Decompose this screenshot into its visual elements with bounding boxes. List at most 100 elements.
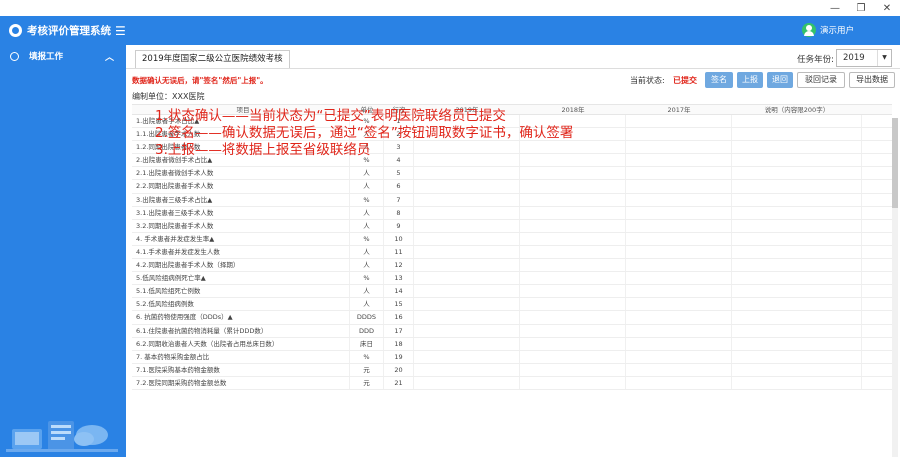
return-log-button[interactable]: 驳回记录 <box>797 72 845 88</box>
report-button[interactable]: 上报 <box>737 72 763 88</box>
table-row[interactable]: 7.2.医院同期采购药物金额总数元 21 <box>132 376 892 390</box>
cell-2019[interactable] <box>414 363 520 376</box>
cell-2018[interactable] <box>520 193 626 206</box>
cell-2017[interactable] <box>626 259 732 272</box>
table-row[interactable]: 5.低风险组病例死亡率▲% 13 <box>132 272 892 286</box>
cell-note[interactable] <box>732 219 862 232</box>
cell-2017[interactable] <box>626 154 732 167</box>
cell-note[interactable] <box>732 180 862 193</box>
cell-2017[interactable] <box>626 324 732 337</box>
table-row[interactable]: 2.1.出院患者微创手术人数人 5 <box>132 167 892 181</box>
table-row[interactable]: 7. 基本药物采购金额占比% 19 <box>132 350 892 364</box>
cell-2017[interactable] <box>626 298 732 311</box>
table-row[interactable]: 7.1.医院采购基本药物金额数元 20 <box>132 363 892 377</box>
cell-2017[interactable] <box>626 245 732 259</box>
table-row[interactable]: 4. 手术患者并发症发生率▲% 10 <box>132 232 892 246</box>
cell-2019[interactable] <box>414 285 520 298</box>
cell-2018[interactable] <box>520 311 626 324</box>
cell-2018[interactable] <box>520 350 626 363</box>
cell-2019[interactable] <box>414 180 520 193</box>
restore-button[interactable]: ❐ <box>848 0 874 16</box>
user-menu[interactable]: 演示用户 <box>801 23 854 37</box>
sign-button[interactable]: 签名 <box>705 72 733 88</box>
cell-note[interactable] <box>732 128 862 141</box>
table-row[interactable]: 3.1.出院患者三级手术人数人 8 <box>132 206 892 220</box>
table-row[interactable]: 4.1.手术患者并发症发生人数人 11 <box>132 245 892 260</box>
cell-2018[interactable] <box>520 259 626 272</box>
table-row[interactable]: 3.2.同期出院患者手术人数人 9 <box>132 219 892 233</box>
cell-2017[interactable] <box>626 141 732 154</box>
cell-note[interactable] <box>732 259 862 272</box>
cell-2018[interactable] <box>520 363 626 376</box>
cell-2017[interactable] <box>626 193 732 206</box>
cell-2019[interactable] <box>414 324 520 337</box>
cell-2019[interactable] <box>414 193 520 206</box>
cell-2018[interactable] <box>520 219 626 232</box>
cell-2018[interactable] <box>520 232 626 245</box>
cell-2017[interactable] <box>626 272 732 285</box>
cell-note[interactable] <box>732 141 862 154</box>
cell-2017[interactable] <box>626 285 732 298</box>
export-data-button[interactable]: 导出数据 <box>849 72 895 88</box>
table-row[interactable]: 4.2.同期出院患者手术人数（择期）人 12 <box>132 259 892 273</box>
cell-2019[interactable] <box>414 232 520 245</box>
cell-2017[interactable] <box>626 337 732 350</box>
cell-2018[interactable] <box>520 272 626 285</box>
cell-2019[interactable] <box>414 337 520 350</box>
cell-2017[interactable] <box>626 376 732 389</box>
cell-2019[interactable] <box>414 219 520 232</box>
cell-2018[interactable] <box>520 180 626 193</box>
cell-2019[interactable] <box>414 245 520 259</box>
close-button[interactable]: ✕ <box>874 0 900 16</box>
cell-note[interactable] <box>732 206 862 219</box>
cell-2017[interactable] <box>626 232 732 245</box>
cell-note[interactable] <box>732 167 862 180</box>
cell-2018[interactable] <box>520 285 626 298</box>
cell-2019[interactable] <box>414 259 520 272</box>
cell-2017[interactable] <box>626 311 732 324</box>
cell-2018[interactable] <box>520 324 626 337</box>
cell-note[interactable] <box>732 272 862 285</box>
scrollbar-thumb[interactable] <box>892 118 898 208</box>
cell-2019[interactable] <box>414 298 520 311</box>
cell-note[interactable] <box>732 376 862 389</box>
cell-2017[interactable] <box>626 350 732 363</box>
cell-2019[interactable] <box>414 350 520 363</box>
table-row[interactable]: 6.2.同期收治患者人天数（出院者占用总床日数） 床日 18 <box>132 337 892 351</box>
minimize-button[interactable]: — <box>822 0 848 16</box>
cell-2017[interactable] <box>626 167 732 180</box>
cell-2019[interactable] <box>414 311 520 324</box>
table-row[interactable]: 5.1.低风险组死亡例数人 14 <box>132 285 892 299</box>
cell-note[interactable] <box>732 154 862 167</box>
cell-note[interactable] <box>732 337 862 350</box>
cell-2018[interactable] <box>520 298 626 311</box>
sidebar-item-fill-work[interactable]: 填报工作 ︿ <box>0 45 126 67</box>
table-row[interactable]: 2.2.同期出院患者手术人数人 6 <box>132 180 892 194</box>
cell-note[interactable] <box>732 324 862 337</box>
year-select[interactable]: 2019 ▼ <box>836 49 892 67</box>
scrollbar[interactable] <box>892 118 898 457</box>
cell-2018[interactable] <box>520 245 626 259</box>
cell-note[interactable] <box>732 245 862 259</box>
cell-2018[interactable] <box>520 167 626 180</box>
cell-note[interactable] <box>732 363 862 376</box>
cell-note[interactable] <box>732 232 862 245</box>
cell-2018[interactable] <box>520 376 626 389</box>
cell-note[interactable] <box>732 350 862 363</box>
cell-2017[interactable] <box>626 363 732 376</box>
cell-note[interactable] <box>732 298 862 311</box>
cell-2017[interactable] <box>626 219 732 232</box>
cell-2019[interactable] <box>414 376 520 389</box>
table-row[interactable]: 3.出院患者三级手术占比▲% 7 <box>132 193 892 207</box>
hamburger-icon[interactable]: ☰ <box>115 25 126 37</box>
tab-performance-assessment[interactable]: 2019年度国家二级公立医院绩效考核 <box>135 50 290 69</box>
table-row[interactable]: 6. 抗菌药物使用强度（DDDs）▲ DDDS 16 <box>132 311 892 325</box>
cell-note[interactable] <box>732 311 862 324</box>
cell-2017[interactable] <box>626 115 732 128</box>
cell-note[interactable] <box>732 193 862 206</box>
table-row[interactable]: 6.1.住院患者抗菌药物消耗量（累计DDD数） DDD 17 <box>132 324 892 338</box>
cell-note[interactable] <box>732 285 862 298</box>
cell-2018[interactable] <box>520 337 626 350</box>
return-button[interactable]: 退回 <box>767 72 793 88</box>
cell-2019[interactable] <box>414 167 520 180</box>
